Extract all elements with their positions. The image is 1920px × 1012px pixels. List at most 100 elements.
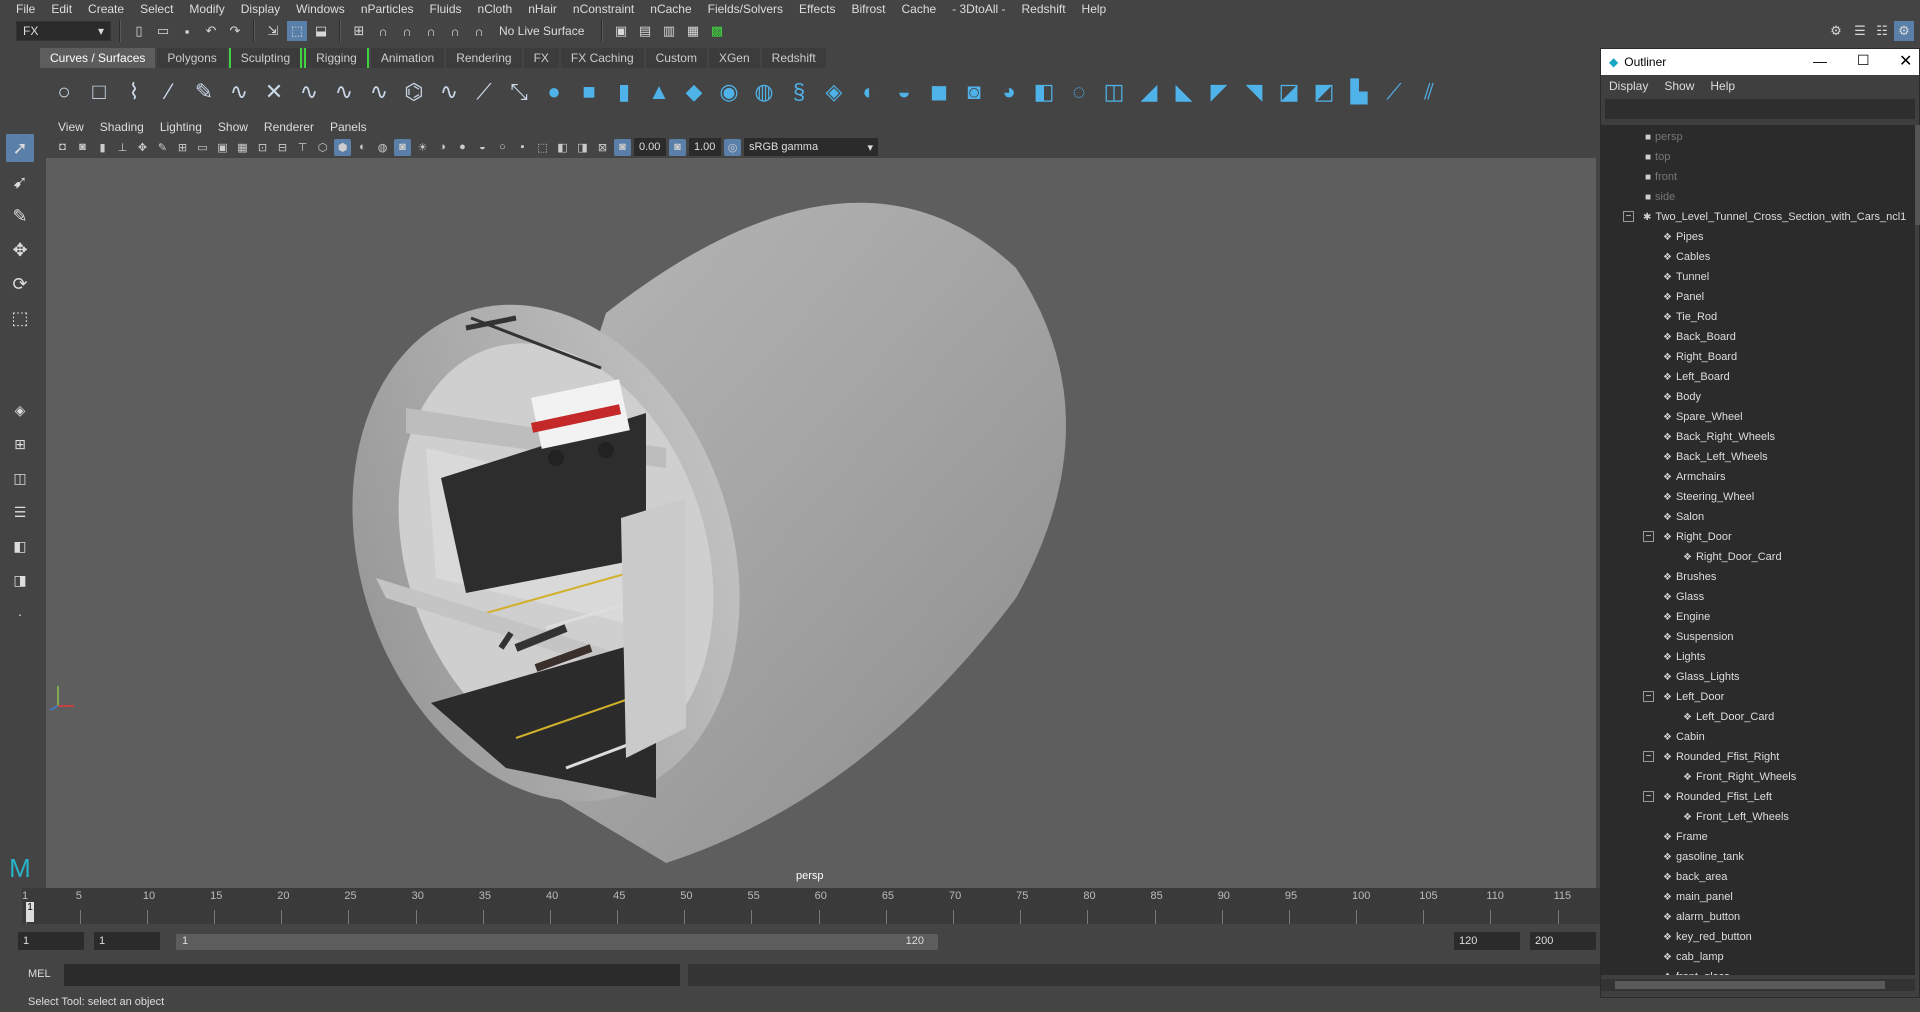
shelf-tab[interactable]: Redshift: [761, 48, 826, 68]
grid-icon[interactable]: ⊞: [174, 139, 191, 156]
collapse-toggle[interactable]: −: [1643, 791, 1654, 802]
arc-icon[interactable]: ∿: [225, 78, 253, 106]
menu-item[interactable]: Effects: [791, 2, 843, 16]
select-component-icon[interactable]: ⬓: [311, 21, 331, 41]
outliner-list[interactable]: ■ persp ■ top ■ front ■ side ✱ Two_Level_Tunnel_C…: [1601, 125, 1915, 975]
outliner-row[interactable]: ❖ Left_Board: [1601, 367, 1915, 387]
textured-icon[interactable]: ◙: [394, 138, 411, 156]
outliner-row[interactable]: ❖ Frame: [1601, 827, 1915, 847]
safe-title-icon[interactable]: ⊤: [294, 139, 311, 156]
nurbs-cone-icon[interactable]: ▲: [645, 78, 673, 106]
align-surface-icon[interactable]: ▙: [1345, 78, 1373, 106]
snap-view-icon[interactable]: ∩: [421, 21, 441, 41]
snap-surface-icon[interactable]: ∩: [445, 21, 465, 41]
menu-item[interactable]: Fluids: [422, 2, 470, 16]
range-slider-bar[interactable]: 1 120: [176, 934, 938, 950]
outliner-row[interactable]: ■ side: [1601, 187, 1915, 207]
motion-blur-icon[interactable]: ◒: [474, 139, 491, 156]
nurbs-plane-icon[interactable]: ◆: [680, 78, 708, 106]
outliner-row[interactable]: ❖ Lights: [1601, 647, 1915, 667]
viewport-menu-item[interactable]: Renderer: [256, 120, 322, 134]
shelf-tab[interactable]: Animation: [370, 48, 445, 68]
outliner-row[interactable]: ❖ Cables: [1601, 247, 1915, 267]
xray-icon[interactable]: ◧: [554, 139, 571, 156]
wireframe-on-shaded-icon[interactable]: ◍: [374, 139, 391, 156]
shelf-tab[interactable]: FX: [523, 48, 559, 68]
nurbs-sphere-icon[interactable]: ●: [540, 78, 568, 106]
snap-curve-icon[interactable]: ∩: [373, 21, 393, 41]
outliner-row[interactable]: ❖ Salon: [1601, 507, 1915, 527]
viewport-menu-item[interactable]: View: [50, 120, 92, 134]
attach-curves-icon[interactable]: ∿: [330, 78, 358, 106]
shelf-tab[interactable]: Curves / Surfaces: [40, 48, 156, 68]
birail-icon[interactable]: ◒: [890, 78, 918, 106]
planar-icon[interactable]: ◈: [820, 78, 848, 106]
gamma-field[interactable]: 1.00: [689, 138, 721, 156]
menu-set-dropdown[interactable]: FX ▾: [16, 21, 111, 41]
outliner-row[interactable]: ❖ main_panel: [1601, 887, 1915, 907]
outliner-row[interactable]: ■ top: [1601, 147, 1915, 167]
outliner-row[interactable]: ❖ Glass: [1601, 587, 1915, 607]
outliner-row[interactable]: ❖ Pipes: [1601, 227, 1915, 247]
outliner-row[interactable]: ❖ Glass_Lights: [1601, 667, 1915, 687]
time-slider[interactable]: 1 5 10 15 20 25 30 35 40 45 50 55 60 65 70 75 80 85 90 95 10…: [22, 888, 1600, 924]
nurbs-square-icon[interactable]: □: [85, 78, 113, 106]
outliner-row[interactable]: ❖ Left_Door_Card: [1601, 707, 1915, 727]
menu-item[interactable]: nParticles: [353, 2, 422, 16]
shelf-tab[interactable]: FX Caching: [560, 48, 644, 68]
shelf-tab[interactable]: Rendering: [446, 48, 522, 68]
outliner-row[interactable]: ❖ Back_Board: [1601, 327, 1915, 347]
ipr-render-icon[interactable]: ▥: [659, 21, 679, 41]
outliner-row[interactable]: ■ persp: [1601, 127, 1915, 147]
menu-item[interactable]: nHair: [520, 2, 565, 16]
paint-select-icon[interactable]: ✎: [6, 202, 34, 230]
outliner-menu-item[interactable]: Display: [1609, 79, 1648, 93]
outliner-hscrollbar[interactable]: [1601, 979, 1915, 991]
outliner-row[interactable]: ❖ Suspension: [1601, 627, 1915, 647]
bookmark-icon[interactable]: ▮: [94, 139, 111, 156]
menu-item[interactable]: Help: [1074, 2, 1115, 16]
detach-curves-icon[interactable]: ∿: [365, 78, 393, 106]
collapse-toggle[interactable]: −: [1643, 691, 1654, 702]
lasso-tool-icon[interactable]: ➹: [6, 168, 34, 196]
render-settings-icon[interactable]: ▦: [683, 21, 703, 41]
outliner-row[interactable]: ❖ Right_Door_Card: [1601, 547, 1915, 567]
attach-surface-icon[interactable]: ◪: [1275, 78, 1303, 106]
script-lang-label[interactable]: MEL: [28, 968, 51, 980]
playback-start-field[interactable]: 1: [94, 932, 160, 950]
depth-of-field-icon[interactable]: ▪: [514, 139, 531, 156]
current-frame-marker[interactable]: 1: [26, 902, 34, 922]
layout-outliner-icon[interactable]: ◨: [6, 566, 34, 594]
extend-icon[interactable]: ◤: [1205, 78, 1233, 106]
outliner-row[interactable]: ❖ Panel: [1601, 287, 1915, 307]
outliner-row[interactable]: ❖ Armchairs: [1601, 467, 1915, 487]
menu-item[interactable]: nCache: [642, 2, 699, 16]
menu-item[interactable]: Fields/Solvers: [700, 2, 791, 16]
viewport-menu-item[interactable]: Panels: [322, 120, 375, 134]
menu-item[interactable]: Windows: [288, 2, 353, 16]
2d-pan-icon[interactable]: ✥: [134, 139, 151, 156]
outliner-row[interactable]: ❖ Back_Right_Wheels: [1601, 427, 1915, 447]
menu-item[interactable]: Create: [80, 2, 132, 16]
minimize-icon[interactable]: —: [1813, 53, 1827, 69]
live-surface-field[interactable]: No Live Surface: [493, 21, 593, 41]
shelf-tab[interactable]: Sculpting: [228, 48, 303, 68]
menu-item[interactable]: nCloth: [470, 2, 521, 16]
nurbs-cylinder-icon[interactable]: ▮: [610, 78, 638, 106]
project-curve-icon[interactable]: ◫: [1100, 78, 1128, 106]
menu-item[interactable]: nConstraint: [565, 2, 642, 16]
insert-isoparm-icon[interactable]: ◥: [1240, 78, 1268, 106]
layout-stack-icon[interactable]: ☰: [6, 498, 34, 526]
default-material-icon[interactable]: ◐: [354, 139, 371, 156]
scale-tool-icon[interactable]: ⬚: [6, 304, 34, 332]
shelf-tab[interactable]: Polygons: [157, 48, 227, 68]
select-tool-icon[interactable]: ➚: [6, 134, 34, 162]
resolution-gate-icon[interactable]: ▣: [214, 139, 231, 156]
untrim-icon[interactable]: ◣: [1170, 78, 1198, 106]
outliner-row[interactable]: ❖ Back_Left_Wheels: [1601, 447, 1915, 467]
nurbs-circle-icon[interactable]: ○: [50, 78, 78, 106]
snap-grid-icon[interactable]: ⊞: [349, 21, 369, 41]
redo-icon[interactable]: ↷: [225, 21, 245, 41]
layout-side-icon[interactable]: ◫: [6, 464, 34, 492]
gate-mask-icon[interactable]: ▦: [234, 139, 251, 156]
